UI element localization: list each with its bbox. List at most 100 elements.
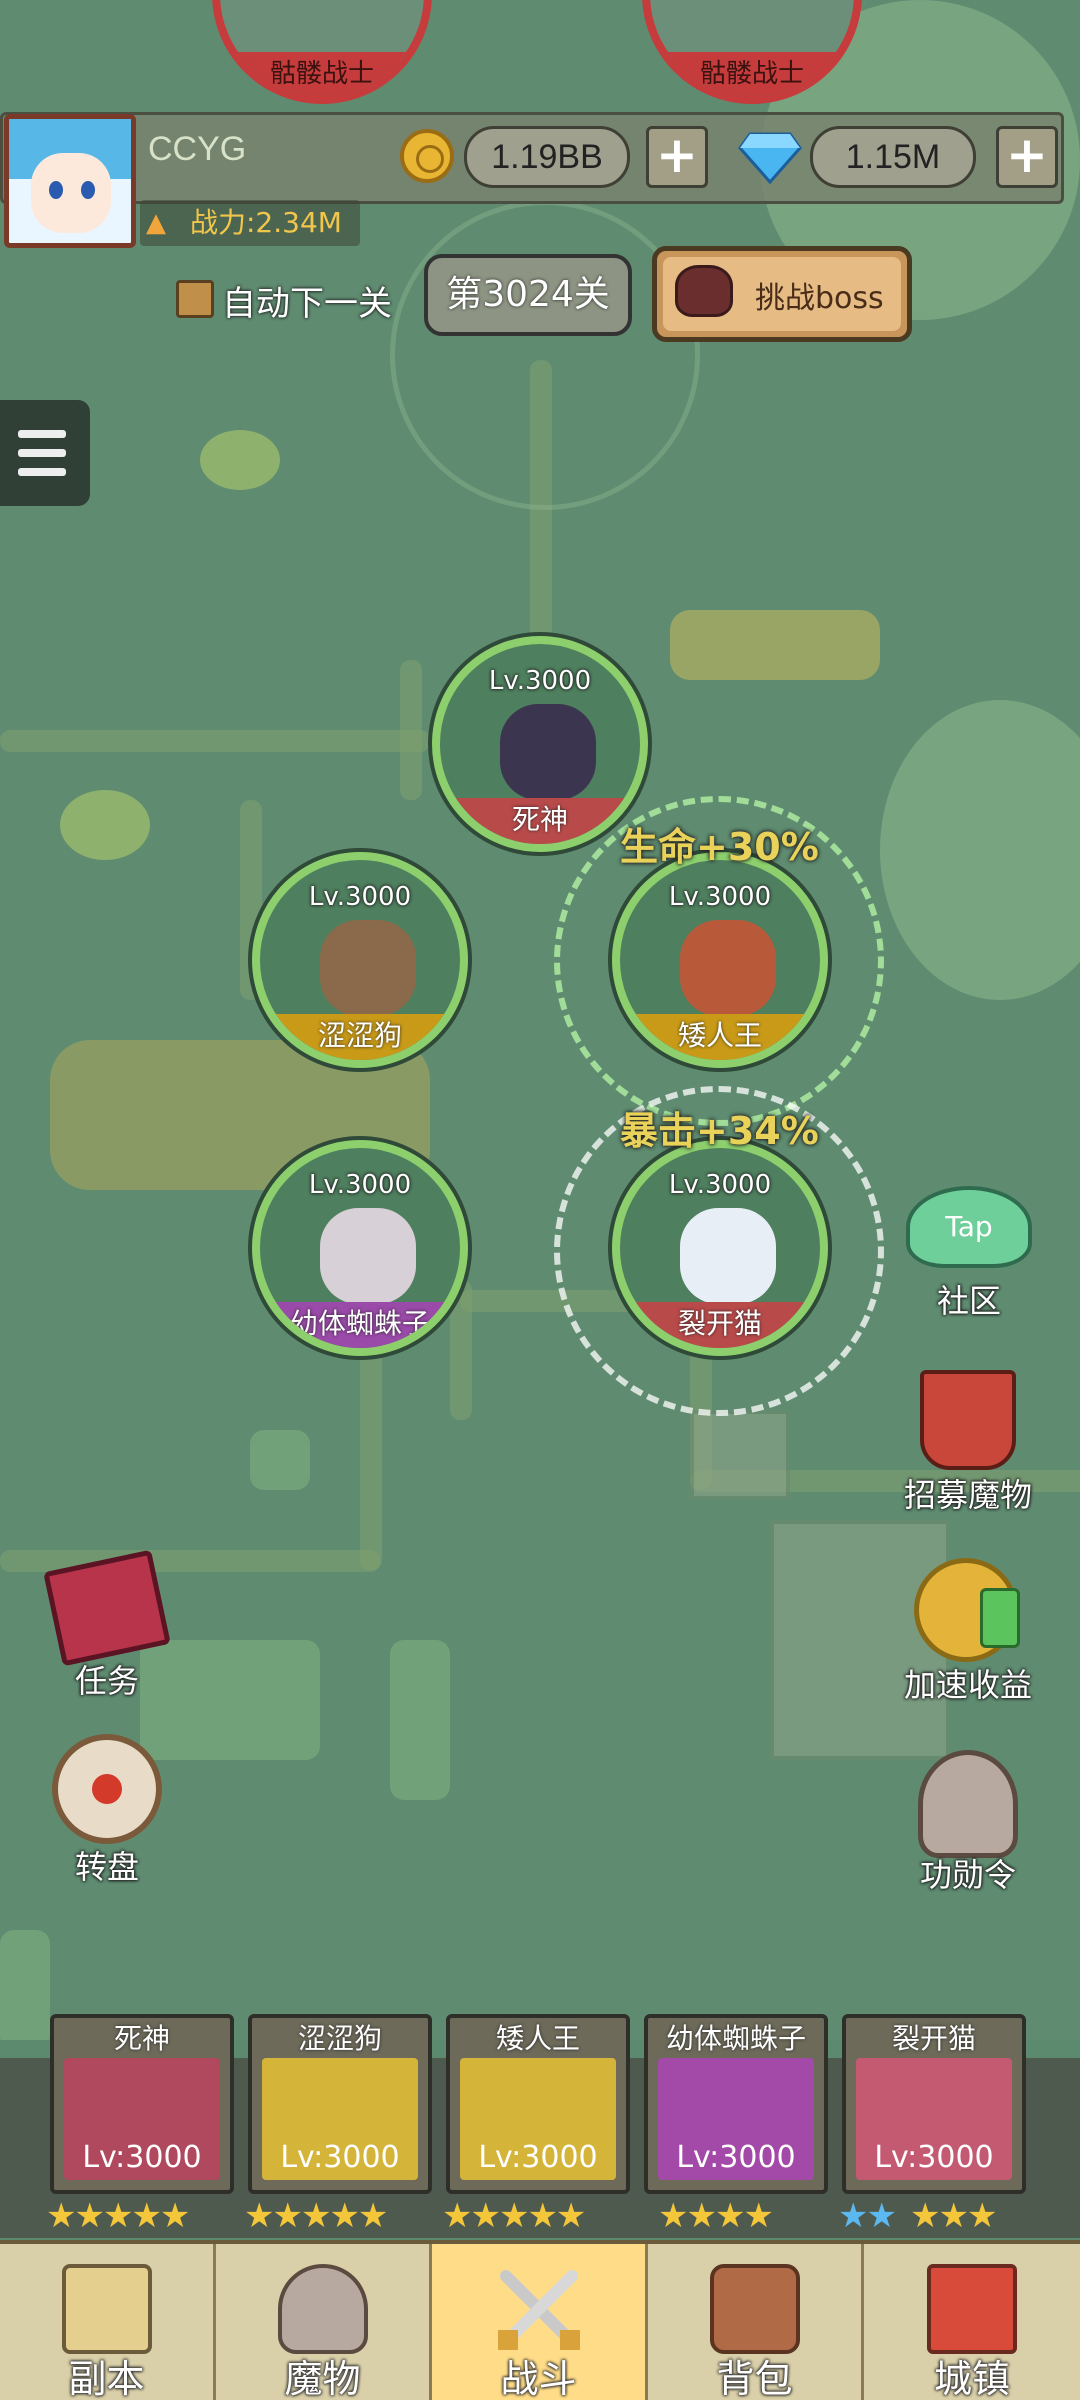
add-gems-button[interactable]: + bbox=[996, 126, 1058, 188]
add-gold-button[interactable]: + bbox=[646, 126, 708, 188]
hamburger-icon bbox=[18, 430, 66, 438]
star-rating: ★★★★★ bbox=[442, 2196, 586, 2236]
gem-amount: 1.15M bbox=[810, 126, 976, 188]
map-icon bbox=[61, 2264, 152, 2354]
recruit-banner-icon bbox=[920, 1370, 1016, 1470]
auto-next-checkbox[interactable] bbox=[176, 280, 214, 318]
backpack-icon bbox=[709, 2264, 800, 2354]
hero-slot[interactable]: Lv.3000 矮人王 bbox=[612, 852, 828, 1068]
map-signpost bbox=[250, 1430, 310, 1490]
speed-up-income-button[interactable]: 加速收益 bbox=[904, 1558, 1032, 1708]
map-emblem bbox=[390, 200, 700, 510]
map-path bbox=[400, 660, 422, 800]
enemy-portrait[interactable]: 骷髅战士 bbox=[642, 0, 862, 104]
merit-helmet-icon bbox=[918, 1750, 1018, 1858]
challenge-boss-label: 挑战boss bbox=[755, 281, 884, 316]
team-card[interactable]: 涩涩狗 Lv:3000 bbox=[248, 2014, 432, 2194]
gold-coin-icon bbox=[400, 129, 454, 183]
map-tree bbox=[0, 1930, 50, 2040]
tab-town[interactable]: 城镇 bbox=[864, 2244, 1080, 2400]
map-tree bbox=[390, 1640, 450, 1800]
hp-buff-text: 生命+30% bbox=[620, 825, 819, 869]
hero-slot[interactable]: Lv.3000 裂开猫 bbox=[612, 1140, 828, 1356]
team-card[interactable]: 裂开猫 Lv:3000 bbox=[842, 2014, 1026, 2194]
star-rating: ★★★★★ bbox=[46, 2196, 190, 2236]
team-card-level: Lv:3000 bbox=[280, 2140, 400, 2175]
star-rating: ★★★ bbox=[910, 2196, 997, 2236]
hero-level: Lv.3000 bbox=[488, 666, 592, 696]
hero-name: 死神 bbox=[440, 798, 640, 844]
quest-book-icon bbox=[43, 1549, 171, 1667]
tab-label: 副本 bbox=[68, 2357, 145, 2400]
team-card-level: Lv:3000 bbox=[676, 2140, 796, 2175]
hero-slot[interactable]: Lv.3000 涩涩狗 bbox=[252, 852, 468, 1068]
monster-helmet-icon bbox=[277, 2264, 368, 2354]
hero-name: 幼体蜘蛛子 bbox=[260, 1302, 460, 1348]
tab-label: 背包 bbox=[716, 2357, 793, 2400]
gold-amount: 1.19BB bbox=[464, 126, 630, 188]
bottom-nav: 副本 魔物 战斗 背包 城镇 bbox=[0, 2240, 1080, 2400]
hero-name: 裂开猫 bbox=[620, 1302, 820, 1348]
hero-slot[interactable]: Lv.3000 死神 bbox=[432, 636, 648, 852]
merit-order-button[interactable]: 功勋令 bbox=[910, 1750, 1026, 1900]
team-card[interactable]: 幼体蜘蛛子 Lv:3000 bbox=[644, 2014, 828, 2194]
recruit-monster-button[interactable]: 招募魔物 bbox=[904, 1370, 1032, 1520]
hero-name: 涩涩狗 bbox=[260, 1014, 460, 1060]
team-card[interactable]: 矮人王 Lv:3000 bbox=[446, 2014, 630, 2194]
community-label: 社区 bbox=[936, 1282, 1001, 1320]
team-card-name: 涩涩狗 bbox=[297, 2022, 382, 2055]
crit-buff-text: 暴击+34% bbox=[620, 1109, 819, 1153]
town-shop-icon bbox=[927, 2264, 1017, 2354]
recruit-label: 招募魔物 bbox=[903, 1476, 1032, 1514]
community-button[interactable]: Tap 社区 bbox=[906, 1186, 1032, 1320]
dwarf-king-icon bbox=[680, 920, 776, 1016]
tab-battle[interactable]: 战斗 bbox=[432, 2244, 648, 2400]
team-card-level: Lv:3000 bbox=[82, 2140, 202, 2175]
hero-level: Lv.3000 bbox=[668, 1170, 772, 1200]
tab-dungeon[interactable]: 副本 bbox=[0, 2244, 216, 2400]
map-tree-cluster bbox=[880, 700, 1080, 1000]
wheel-label: 转盘 bbox=[74, 1848, 139, 1886]
enemy-portrait[interactable]: 骷髅战士 bbox=[212, 0, 432, 104]
map-bones bbox=[670, 610, 880, 680]
blue-star-rating: ★★ bbox=[838, 2196, 897, 2236]
team-card-name: 死神 bbox=[113, 2022, 170, 2055]
boss-demon-icon bbox=[675, 265, 733, 317]
speed-up-label: 加速收益 bbox=[903, 1666, 1032, 1704]
team-card-name: 矮人王 bbox=[495, 2022, 580, 2055]
menu-button[interactable] bbox=[0, 400, 90, 506]
wheel-button[interactable]: 转盘 bbox=[52, 1734, 162, 1886]
map-path bbox=[0, 730, 430, 752]
tab-backpack[interactable]: 背包 bbox=[648, 2244, 864, 2400]
star-rating: ★★★★★ bbox=[244, 2196, 388, 2236]
team-card-name: 裂开猫 bbox=[891, 2022, 976, 2055]
map-bush bbox=[200, 430, 280, 490]
team-card-level: Lv:3000 bbox=[874, 2140, 994, 2175]
tab-monsters[interactable]: 魔物 bbox=[216, 2244, 432, 2400]
challenge-boss-button[interactable]: 挑战boss bbox=[652, 246, 912, 342]
hero-level: Lv.3000 bbox=[668, 882, 772, 912]
team-card[interactable]: 死神 Lv:3000 bbox=[50, 2014, 234, 2194]
team-card-level: Lv:3000 bbox=[478, 2140, 598, 2175]
player-avatar[interactable] bbox=[4, 114, 136, 248]
diamond-icon bbox=[738, 132, 802, 184]
star-rating: ★★★★ bbox=[658, 2196, 774, 2236]
player-name: CCYG bbox=[148, 130, 247, 168]
merit-label: 功勋令 bbox=[919, 1856, 1016, 1894]
tab-label: 魔物 bbox=[284, 2357, 361, 2400]
werewolf-icon bbox=[320, 920, 416, 1016]
spider-icon bbox=[320, 1208, 416, 1304]
quest-button[interactable]: 任务 bbox=[43, 1549, 171, 1700]
hero-level: Lv.3000 bbox=[308, 1170, 412, 1200]
power-icon: ▲ bbox=[146, 208, 166, 238]
hero-slot[interactable]: Lv.3000 幼体蜘蛛子 bbox=[252, 1140, 468, 1356]
tab-label: 城镇 bbox=[933, 2357, 1010, 2400]
enemy-name: 骷髅战士 bbox=[650, 52, 854, 96]
reaper-icon bbox=[500, 704, 596, 800]
hero-name: 矮人王 bbox=[620, 1014, 820, 1060]
map-house bbox=[690, 1410, 790, 1500]
crossed-swords-icon bbox=[497, 2270, 580, 2350]
cat-girl-icon bbox=[680, 1208, 776, 1304]
enemy-name: 骷髅战士 bbox=[220, 52, 424, 96]
auto-next-label: 自动下一关 bbox=[222, 284, 392, 324]
